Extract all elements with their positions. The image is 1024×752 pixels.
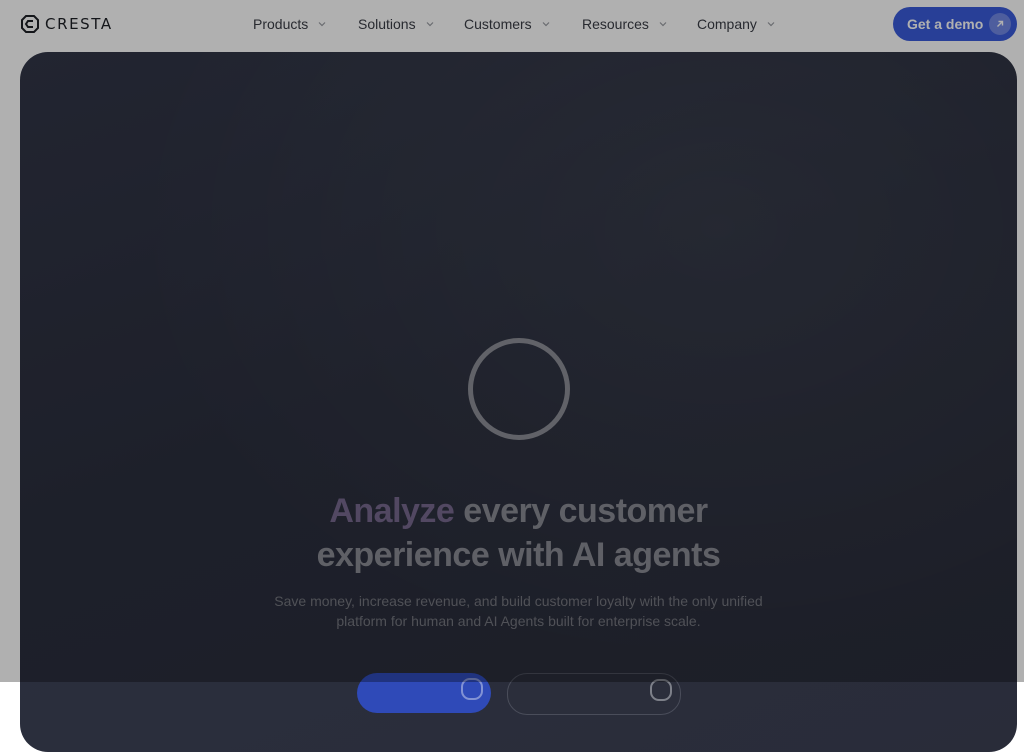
nav-company-label: Company	[697, 16, 757, 32]
nav-solutions-label: Solutions	[358, 16, 416, 32]
get-a-demo-label: Get a demo	[907, 16, 984, 32]
nav-customers-label: Customers	[464, 16, 532, 32]
chevron-down-icon	[542, 22, 550, 27]
arrow-circle-icon	[650, 679, 672, 701]
chevron-down-icon	[659, 22, 667, 27]
hero-secondary-button[interactable]	[507, 673, 681, 715]
headline-accent-word: Analyze	[329, 492, 455, 530]
chevron-down-icon	[426, 22, 434, 27]
nav-resources-label: Resources	[582, 16, 649, 32]
hero-primary-button[interactable]	[357, 673, 491, 713]
hero-section: Analyze every customer experience with A…	[20, 52, 1017, 752]
hero-headline-line1: Analyze every customer	[20, 490, 1017, 533]
hero-headline-line2: experience with AI agents	[316, 536, 721, 574]
top-navbar: CRESTA Products Solutions Customers Reso…	[0, 0, 1024, 50]
nav-products-label: Products	[253, 16, 309, 32]
get-a-demo-button[interactable]: Get a demo	[893, 7, 1017, 41]
nav-resources[interactable]: Resources	[582, 15, 668, 33]
nav-customers[interactable]: Customers	[464, 15, 551, 33]
cresta-logo-icon	[21, 15, 39, 33]
arrow-up-right-icon	[989, 13, 1011, 35]
cresta-logo[interactable]: CRESTA	[20, 13, 113, 35]
hero-subtitle-line1: Save money, increase revenue, and build …	[274, 593, 763, 609]
arrow-circle-icon	[461, 678, 483, 700]
nav-solutions[interactable]: Solutions	[358, 15, 435, 33]
hero-subtitle-line2: platform for human and AI Agents built f…	[336, 613, 701, 629]
logo-text: CRESTA	[45, 15, 113, 33]
headline-rest: every customer	[454, 492, 708, 530]
nav-products[interactable]: Products	[253, 15, 327, 33]
chevron-down-icon	[767, 22, 775, 27]
loading-spinner-icon	[468, 338, 570, 440]
nav-company[interactable]: Company	[697, 15, 776, 33]
chevron-down-icon	[318, 22, 326, 27]
